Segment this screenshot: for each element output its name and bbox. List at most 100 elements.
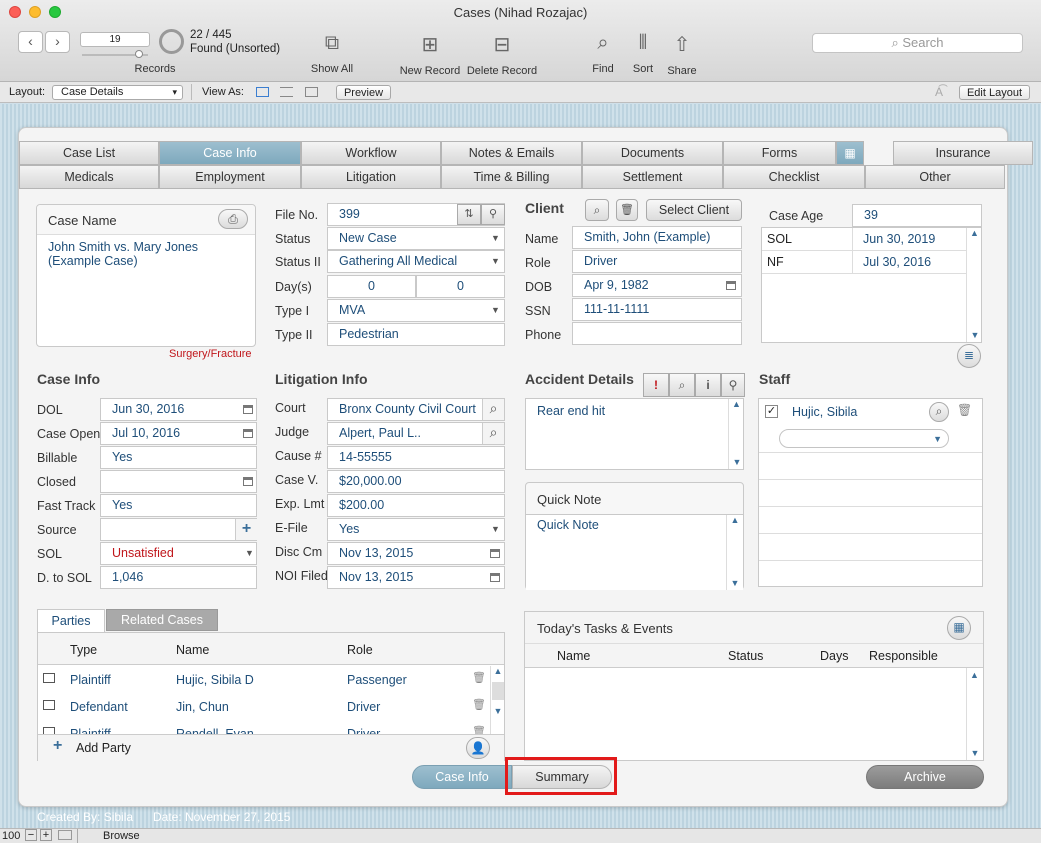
scroll-up-icon[interactable]: ▲ bbox=[491, 666, 505, 676]
sort-button[interactable]: ⫴ Sort bbox=[626, 32, 660, 80]
deadline-scrollbar[interactable]: ▲ ▼ bbox=[966, 228, 982, 342]
dsol-field[interactable]: 1,046 bbox=[100, 566, 257, 589]
edit-layout-button[interactable]: Edit Layout bbox=[959, 85, 1030, 100]
noi-calendar-icon[interactable] bbox=[490, 573, 500, 582]
tab-notes-emails[interactable]: Notes & Emails bbox=[441, 141, 582, 165]
party-card-icon[interactable] bbox=[43, 700, 55, 710]
tab-forms[interactable]: Forms bbox=[723, 141, 836, 165]
staff-select[interactable]: ▼ bbox=[779, 429, 949, 448]
tasks-scrollbar[interactable]: ▲ ▼ bbox=[966, 668, 982, 760]
record-number-field[interactable]: 19 bbox=[80, 32, 150, 47]
preview-button[interactable]: Preview bbox=[336, 85, 391, 100]
client-search-icon[interactable]: ⌕ bbox=[585, 199, 609, 221]
previous-record-button[interactable]: ‹ bbox=[18, 31, 43, 53]
dob-calendar-icon[interactable] bbox=[726, 281, 736, 290]
case-name-value[interactable]: John Smith vs. Mary Jones (Example Case) bbox=[37, 235, 255, 273]
find-button[interactable]: ⌕ Find bbox=[586, 32, 620, 80]
forms-calculator-icon[interactable]: ▦ bbox=[836, 141, 864, 165]
quick-note-scrollbar[interactable]: ▲ ▼ bbox=[726, 515, 743, 590]
noi-field[interactable]: Nov 13, 2015 bbox=[327, 566, 505, 589]
scroll-down-icon[interactable]: ▼ bbox=[967, 748, 983, 758]
billable-field[interactable]: Yes bbox=[100, 446, 257, 469]
party-card-icon[interactable] bbox=[43, 727, 55, 734]
zoom-in-icon[interactable]: + bbox=[40, 829, 52, 841]
tab-case-info[interactable]: Case Info bbox=[159, 141, 301, 165]
tab-litigation[interactable]: Litigation bbox=[301, 165, 441, 189]
staff-member-name[interactable]: Hujic, Sibila bbox=[792, 405, 857, 419]
scroll-up-icon[interactable]: ▲ bbox=[967, 228, 982, 238]
share-button[interactable]: ⇧ Share bbox=[664, 32, 700, 80]
dob-field[interactable]: Apr 9, 1982 bbox=[572, 274, 742, 297]
casev-field[interactable]: $20,000.00 bbox=[327, 470, 505, 493]
new-record-button[interactable]: ⊞ New Record bbox=[398, 32, 462, 80]
tab-medicals[interactable]: Medicals bbox=[19, 165, 159, 189]
explmt-field[interactable]: $200.00 bbox=[327, 494, 505, 517]
quick-note-box[interactable]: Quick Note ▲ ▼ bbox=[526, 514, 743, 590]
tab-employment[interactable]: Employment bbox=[159, 165, 301, 189]
staff-search-icon[interactable]: ⌕ bbox=[929, 402, 949, 422]
phone-field[interactable] bbox=[572, 322, 742, 345]
court-field[interactable]: Bronx County Civil Court bbox=[327, 398, 505, 421]
judge-search-icon[interactable]: ⌕ bbox=[482, 423, 504, 444]
archive-button[interactable]: Archive bbox=[866, 765, 984, 789]
record-slider-thumb[interactable] bbox=[135, 50, 143, 58]
judge-field[interactable]: Alpert, Paul L.. bbox=[327, 422, 505, 445]
status-field[interactable]: New Case bbox=[327, 227, 505, 250]
show-all-button[interactable]: ⧉ Show All bbox=[300, 32, 364, 80]
tab-time-billing[interactable]: Time & Billing bbox=[441, 165, 582, 189]
status2-field[interactable]: Gathering All Medical bbox=[327, 250, 505, 273]
days-field-2[interactable]: 0 bbox=[416, 275, 505, 298]
deadline-date[interactable]: Jul 30, 2016 bbox=[863, 255, 931, 269]
swap-icon[interactable]: ⇅ bbox=[457, 204, 481, 225]
closed-field[interactable] bbox=[100, 470, 257, 493]
next-record-button[interactable]: › bbox=[45, 31, 70, 53]
zoom-out-icon[interactable]: − bbox=[25, 829, 37, 841]
dol-calendar-icon[interactable] bbox=[243, 405, 253, 414]
search-field[interactable]: ⌕ Search bbox=[812, 33, 1023, 53]
client-trash-icon[interactable]: 🗑 bbox=[616, 199, 638, 221]
staff-trash-icon[interactable]: 🗑 bbox=[957, 403, 972, 417]
tab-other[interactable]: Other bbox=[865, 165, 1005, 189]
party-trash-icon[interactable]: 🗑 bbox=[472, 698, 486, 711]
add-party-label[interactable]: Add Party bbox=[76, 741, 131, 755]
type1-dropdown-icon[interactable]: ▼ bbox=[491, 305, 500, 315]
open-calendar-icon[interactable] bbox=[243, 429, 253, 438]
tab-case-list[interactable]: Case List bbox=[19, 141, 159, 165]
tab-related-cases[interactable]: Related Cases bbox=[106, 609, 218, 631]
sol-field[interactable]: Unsatisfied bbox=[100, 542, 257, 565]
contact-person-icon[interactable]: 👤 bbox=[466, 737, 490, 759]
tab-documents[interactable]: Documents bbox=[582, 141, 723, 165]
status2-dropdown-icon[interactable]: ▼ bbox=[491, 256, 500, 266]
party-card-icon[interactable] bbox=[43, 673, 55, 683]
tab-settlement[interactable]: Settlement bbox=[582, 165, 723, 189]
case-info-view-button[interactable]: Case Info bbox=[412, 765, 512, 789]
status-dropdown-icon[interactable]: ▼ bbox=[491, 233, 500, 243]
open-field[interactable]: Jul 10, 2016 bbox=[100, 422, 257, 445]
select-client-button[interactable]: Select Client bbox=[646, 199, 742, 221]
type1-field[interactable]: MVA bbox=[327, 299, 505, 322]
tab-checklist[interactable]: Checklist bbox=[723, 165, 865, 189]
table-row[interactable]: Defendant Jin, Chun Driver 🗑 bbox=[38, 693, 490, 720]
source-field[interactable] bbox=[100, 518, 257, 541]
plus-icon[interactable]: + bbox=[53, 737, 62, 755]
form-view-icon[interactable] bbox=[256, 87, 269, 97]
table-row[interactable]: Plaintiff Rendell, Evan Driver 🗑 bbox=[38, 720, 490, 734]
party-trash-icon[interactable]: 🗑 bbox=[472, 725, 486, 734]
cause-field[interactable]: 14-55555 bbox=[327, 446, 505, 469]
court-search-icon[interactable]: ⌕ bbox=[482, 399, 504, 420]
scroll-up-icon[interactable]: ▲ bbox=[967, 670, 982, 680]
plus-icon[interactable]: + bbox=[235, 519, 257, 540]
accident-details-box[interactable]: Rear end hit ▲ ▼ bbox=[525, 398, 744, 470]
parties-scrollbar[interactable]: ▲ ▼ bbox=[490, 666, 505, 734]
info-icon[interactable]: i bbox=[695, 373, 721, 397]
sol-dropdown-icon[interactable]: ▼ bbox=[245, 548, 254, 558]
disc-calendar-icon[interactable] bbox=[490, 549, 500, 558]
scroll-up-icon[interactable]: ▲ bbox=[727, 515, 743, 525]
staff-checkbox[interactable]: ✓ bbox=[765, 405, 778, 418]
tab-parties[interactable]: Parties bbox=[37, 609, 105, 633]
tab-insurance[interactable]: Insurance bbox=[893, 141, 1033, 165]
text-format-icon[interactable]: A͡ bbox=[935, 85, 943, 99]
client-name-field[interactable]: Smith, John (Example) bbox=[572, 226, 742, 249]
disc-field[interactable]: Nov 13, 2015 bbox=[327, 542, 505, 565]
zoom-level[interactable]: 100 bbox=[2, 830, 20, 842]
